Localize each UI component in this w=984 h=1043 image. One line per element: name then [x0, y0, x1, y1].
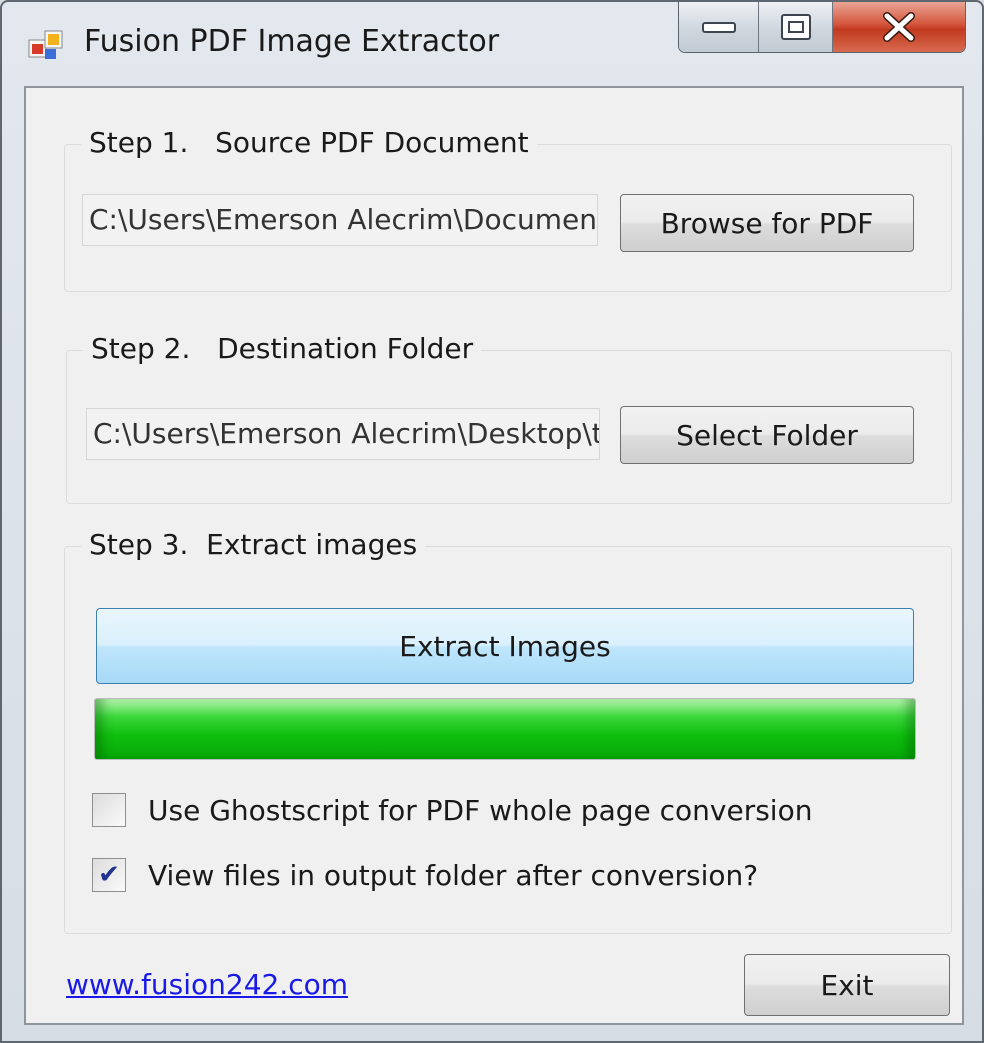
app-window: Fusion PDF Image Extractor Step 1. Sourc… [0, 0, 984, 1043]
client-area: Step 1. Source PDF Document C:\Users\Eme… [24, 86, 964, 1025]
close-icon [883, 12, 915, 42]
ghostscript-checkbox[interactable] [92, 793, 126, 827]
destination-folder-input[interactable]: C:\Users\Emerson Alecrim\Desktop\t [86, 408, 600, 460]
checkmark-icon: ✔ [98, 860, 120, 890]
extract-progress-fill [95, 699, 915, 759]
select-folder-button[interactable]: Select Folder [620, 406, 914, 464]
step3-title: Step 3. Extract images [81, 527, 426, 563]
ghostscript-option[interactable]: Use Ghostscript for PDF whole page conve… [92, 790, 812, 830]
view-files-option[interactable]: ✔ View files in output folder after conv… [92, 855, 758, 895]
step1-title: Step 1. Source PDF Document [81, 125, 537, 161]
exit-button[interactable]: Exit [744, 954, 950, 1016]
step2-title: Step 2. Destination Folder [83, 331, 482, 367]
title-bar[interactable]: Fusion PDF Image Extractor [2, 2, 982, 86]
source-pdf-path-input[interactable]: C:\Users\Emerson Alecrim\Documents [82, 194, 598, 246]
maximize-icon [780, 14, 811, 40]
website-link[interactable]: www.fusion242.com [66, 968, 348, 1001]
extract-images-button[interactable]: Extract Images [96, 608, 914, 684]
window-controls [678, 2, 966, 53]
view-files-label: View files in output folder after conver… [148, 858, 759, 892]
minimize-button[interactable] [679, 2, 759, 52]
extract-progress-bar [94, 698, 916, 760]
window-title: Fusion PDF Image Extractor [84, 24, 500, 59]
ghostscript-label: Use Ghostscript for PDF whole page conve… [148, 793, 813, 827]
app-icon [28, 30, 63, 59]
view-files-checkbox[interactable]: ✔ [92, 858, 126, 892]
browse-pdf-button[interactable]: Browse for PDF [620, 194, 914, 252]
minimize-icon [701, 22, 736, 33]
close-button[interactable] [833, 2, 965, 52]
maximize-button[interactable] [759, 2, 833, 52]
